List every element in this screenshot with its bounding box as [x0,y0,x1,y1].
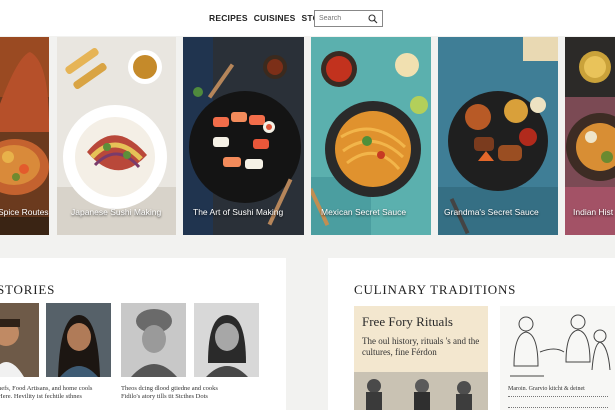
recipe-card[interactable]: Grandma's Secret Sauce [438,37,558,235]
portrait-photo[interactable] [0,303,39,377]
caption-line: Theos dcing dlood gtiedne and cooks [121,385,218,392]
sketch-illustration [500,306,615,382]
card-image [311,37,431,235]
person-image [0,303,39,377]
portrait-photo[interactable] [121,303,186,377]
person-image [46,303,111,377]
recipe-card[interactable]: Japanese Sushi Making [57,37,176,235]
traditions-section: CULINARY TRADITIONS Free Fory Rituals Th… [328,258,615,410]
recipe-card[interactable]: The Art of Sushi Making [183,37,304,235]
section-title: STORIES [0,282,56,297]
card-title: The Art of Sushi Making [193,207,284,217]
portrait-photo[interactable] [46,303,111,377]
vintage-photo [354,372,488,410]
tradition-card-text-lines [508,396,608,408]
recipe-card[interactable]: Mexican Secret Sauce [311,37,431,235]
tradition-card-title: Free Fory Rituals [362,314,453,329]
card-title: Grandma's Secret Sauce [444,207,539,217]
tradition-card-caption: Maroin. Grarvio kitcht & deinet [508,386,585,392]
card-image [183,37,304,235]
caption-line: nefs, Food Artisans, and home cools [0,385,93,392]
card-title: Indian Hist [573,207,614,217]
caption-line: Here. Hevility ist fechtile sthnes [0,393,82,400]
search-input[interactable] [319,13,367,24]
recipe-card[interactable]: Indian Hist [565,37,615,235]
recipe-card[interactable]: Spice Routes [0,37,49,235]
caption-line: Fidilo's atory tills tit Stcthes Dots [121,393,208,400]
person-image [194,303,259,377]
search-icon[interactable] [368,14,378,24]
nav-cuisines[interactable]: CUISINES [254,13,296,23]
tradition-card[interactable]: Maroin. Grarvio kitcht & deinet [500,306,615,410]
card-image [565,37,615,235]
top-header: RECIPES CUISINES STORIES [0,0,615,36]
card-image [57,37,176,235]
nav-recipes[interactable]: RECIPES [209,13,248,23]
search-box[interactable] [314,10,383,27]
tradition-card-body: The oul history, rituals 's and the cult… [362,336,480,357]
card-title: Mexican Secret Sauce [321,207,407,217]
card-title: Spice Routes [0,207,49,217]
section-title: CULINARY TRADITIONS [354,282,517,297]
card-title: Japanese Sushi Making [71,207,162,217]
story-caption: nefs, Food Artisans, and home cools Here… [0,385,116,401]
story-caption: Theos dcing dlood gtiedne and cooks Fidi… [121,385,261,401]
stories-section: STORIES nefs, Food Artisans, and home co… [0,258,286,410]
tradition-card[interactable]: Free Fory Rituals The oul history, ritua… [354,306,488,410]
card-image [0,37,49,235]
portrait-photo[interactable] [194,303,259,377]
person-image [121,303,186,377]
card-image [438,37,558,235]
